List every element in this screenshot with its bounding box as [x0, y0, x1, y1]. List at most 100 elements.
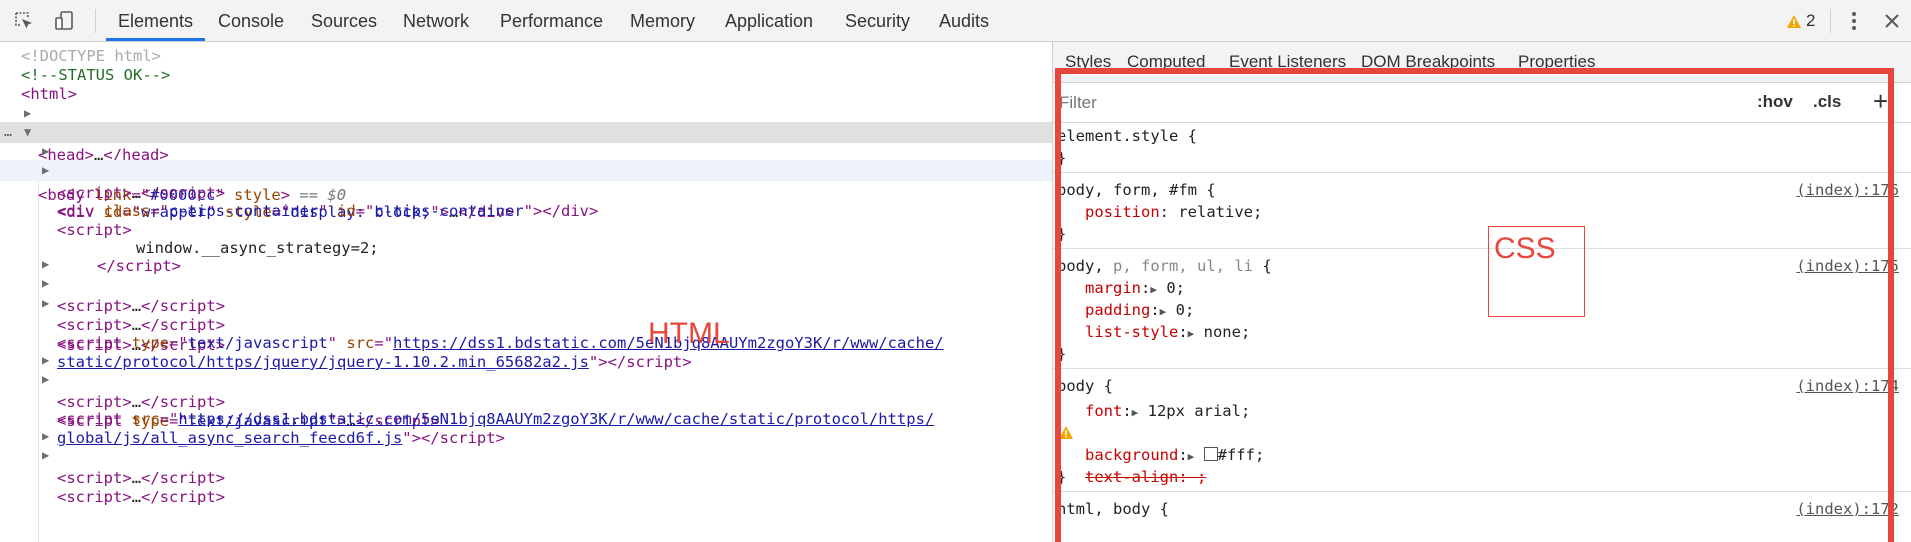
dom-line-html[interactable]: <html>: [0, 84, 1052, 105]
html-annotation-label: HTML: [648, 317, 730, 350]
dom-line-async-script[interactable]: <script src="https://dss1.bdstatic.com/5…: [0, 388, 1052, 428]
doctype-text: <!DOCTYPE html>: [21, 47, 161, 65]
rule-selector[interactable]: html, body {(index):172: [1053, 498, 1911, 520]
styles-pane: Styles Computed Event Listeners DOM Brea…: [1053, 42, 1911, 542]
dom-line-tips-container[interactable]: <div class="c-tips-container" id="c-tips…: [0, 180, 1052, 220]
tab-performance[interactable]: Performance: [500, 0, 603, 42]
styles-scrollbar[interactable]: [1888, 100, 1892, 542]
rule-selector[interactable]: body, p, form, ul, li {(index):175: [1053, 255, 1911, 277]
devtools-toolbar: Elements Console Sources Network Perform…: [0, 0, 1911, 42]
rule-separator: [1053, 491, 1911, 492]
dom-line-js-script[interactable]: ▶ <script type="text/javascript">…</scri…: [0, 369, 1052, 430]
css-declaration[interactable]: background:▶ #fff;: [1053, 444, 1911, 466]
rule-selector[interactable]: body {(index):174: [1053, 375, 1911, 397]
expand-triangle-icon[interactable]: ▶: [42, 426, 49, 447]
rule-selector[interactable]: body, form, #fm {(index):176: [1053, 179, 1911, 201]
rule-source-link[interactable]: (index):175: [1796, 255, 1899, 277]
toolbar-divider: [95, 9, 96, 33]
tab-computed[interactable]: Computed: [1127, 52, 1205, 72]
rule-source-link[interactable]: (index):176: [1796, 179, 1899, 201]
expand-triangle-icon[interactable]: ▶: [1160, 305, 1167, 318]
tab-audits[interactable]: Audits: [939, 0, 989, 42]
sidebar-tabs: Styles Computed Event Listeners DOM Brea…: [1053, 42, 1911, 83]
dom-line-doctype[interactable]: <!DOCTYPE html>: [0, 46, 1052, 67]
tab-memory[interactable]: Memory: [630, 0, 695, 42]
dom-line-script[interactable]: ▶ <script>…</script>: [0, 426, 1052, 487]
dom-tree-panel: <!DOCTYPE html> <!--STATUS OK--> <html> …: [0, 42, 1052, 542]
toolbar-divider: [1830, 9, 1831, 33]
dom-line-script[interactable]: ▶ <script>…</script>: [0, 273, 1052, 334]
expand-triangle-icon[interactable]: ▶: [42, 254, 49, 275]
css-declaration[interactable]: margin:▶ 0;: [1053, 277, 1911, 299]
expand-triangle-icon[interactable]: ▶: [1188, 327, 1195, 340]
cls-toggle[interactable]: .cls: [1813, 92, 1841, 112]
collapse-triangle-icon[interactable]: ▼: [24, 122, 31, 143]
close-icon[interactable]: [1880, 0, 1904, 42]
dom-line-jquery-script-cont[interactable]: static/protocol/https/jquery/jquery-1.10…: [0, 331, 1052, 371]
rule-source-link[interactable]: (index):172: [1796, 498, 1899, 520]
tab-styles[interactable]: Styles: [1065, 52, 1111, 72]
inspect-element-icon[interactable]: [10, 0, 38, 42]
rule-separator: [1053, 172, 1911, 173]
rule-close: }: [1057, 149, 1067, 167]
rule-source-link[interactable]: (index):174: [1796, 375, 1899, 397]
expand-triangle-icon[interactable]: ▶: [42, 273, 49, 294]
expand-triangle-icon[interactable]: ▶: [42, 141, 49, 162]
new-style-rule-icon[interactable]: +: [1873, 86, 1888, 117]
device-toolbar-icon[interactable]: [50, 0, 78, 42]
html-tag: <html>: [21, 85, 77, 103]
expand-triangle-icon[interactable]: ▶: [1132, 406, 1139, 419]
styles-filter-bar: :hov .cls +: [1053, 82, 1911, 123]
dom-line-jquery-script[interactable]: <script type="text/javascript" src="http…: [0, 312, 1052, 352]
expand-triangle-icon[interactable]: ▶: [42, 445, 49, 466]
css-declaration[interactable]: list-style:▶ none;: [1053, 321, 1911, 343]
more-dots-icon[interactable]: …: [4, 122, 12, 143]
rule-separator: [1053, 248, 1911, 249]
tab-application[interactable]: Application: [725, 0, 813, 42]
hov-toggle[interactable]: :hov: [1757, 92, 1793, 112]
tab-sources[interactable]: Sources: [311, 0, 377, 42]
rule-separator: [1053, 368, 1911, 369]
comment-text: <!--STATUS OK-->: [21, 66, 171, 84]
dom-line-body-selected[interactable]: … ▼ <body link="#0000cc" style> == $0: [0, 122, 1052, 204]
dom-line-script[interactable]: ▶ <script>…</script>: [0, 350, 1052, 411]
element-style-rule[interactable]: element.style {: [1053, 125, 1911, 147]
dom-line-async-script-cont[interactable]: global/js/all_async_search_feecd6f.js"><…: [0, 407, 1052, 447]
warning-icon: [1787, 14, 1801, 28]
dom-line-script[interactable]: ▶ <script>…</script>: [0, 141, 1052, 202]
rule-close: }: [1057, 225, 1067, 243]
css-annotation-label: CSS: [1494, 232, 1556, 265]
tab-dom-breakpoints[interactable]: DOM Breakpoints: [1361, 52, 1495, 72]
dom-line-script[interactable]: ▶ <script>…</script>: [0, 254, 1052, 315]
tab-elements[interactable]: Elements: [118, 0, 193, 42]
expand-triangle-icon[interactable]: ▶: [1188, 450, 1195, 463]
rule-close: }: [1057, 345, 1067, 363]
expand-triangle-icon[interactable]: ▶: [24, 103, 31, 124]
expand-triangle-icon[interactable]: ▶: [42, 160, 49, 181]
css-declaration[interactable]: padding:▶ 0;: [1053, 299, 1911, 321]
expand-triangle-icon[interactable]: ▶: [1150, 283, 1157, 296]
dom-line-script-close[interactable]: </script>: [0, 235, 1052, 275]
css-declaration[interactable]: position: relative;: [1053, 201, 1911, 223]
expand-triangle-icon[interactable]: ▶: [42, 350, 49, 371]
css-declaration[interactable]: font:▶ 12px arial;: [1053, 400, 1911, 422]
tab-network[interactable]: Network: [403, 0, 469, 42]
warning-count: 2: [1806, 11, 1816, 30]
styles-filter-input[interactable]: [1057, 90, 1561, 116]
dom-line-wrapper[interactable]: ▶ <div id="wrapper" style="display: bloc…: [0, 160, 1052, 221]
tab-properties[interactable]: Properties: [1518, 52, 1595, 72]
expand-triangle-icon[interactable]: ▶: [42, 293, 49, 314]
expand-triangle-icon[interactable]: ▶: [42, 369, 49, 390]
tab-console[interactable]: Console: [218, 0, 284, 42]
dom-line-script[interactable]: ▶ <script>…</script>: [0, 445, 1052, 506]
tab-event-listeners[interactable]: Event Listeners: [1229, 52, 1346, 72]
more-options-icon[interactable]: [1844, 0, 1864, 42]
warning-icon: [1059, 426, 1073, 439]
css-declaration-invalid[interactable]: text-align: ;: [1053, 422, 1911, 486]
dom-line-head[interactable]: ▶ <head>…</head>: [0, 103, 1052, 164]
dom-line-comment[interactable]: <!--STATUS OK-->: [0, 65, 1052, 86]
warning-counter[interactable]: 2: [1786, 0, 1815, 42]
dom-line-script[interactable]: ▶ <script>…</script>: [0, 293, 1052, 354]
tab-security[interactable]: Security: [845, 0, 910, 42]
color-swatch[interactable]: [1203, 447, 1218, 461]
